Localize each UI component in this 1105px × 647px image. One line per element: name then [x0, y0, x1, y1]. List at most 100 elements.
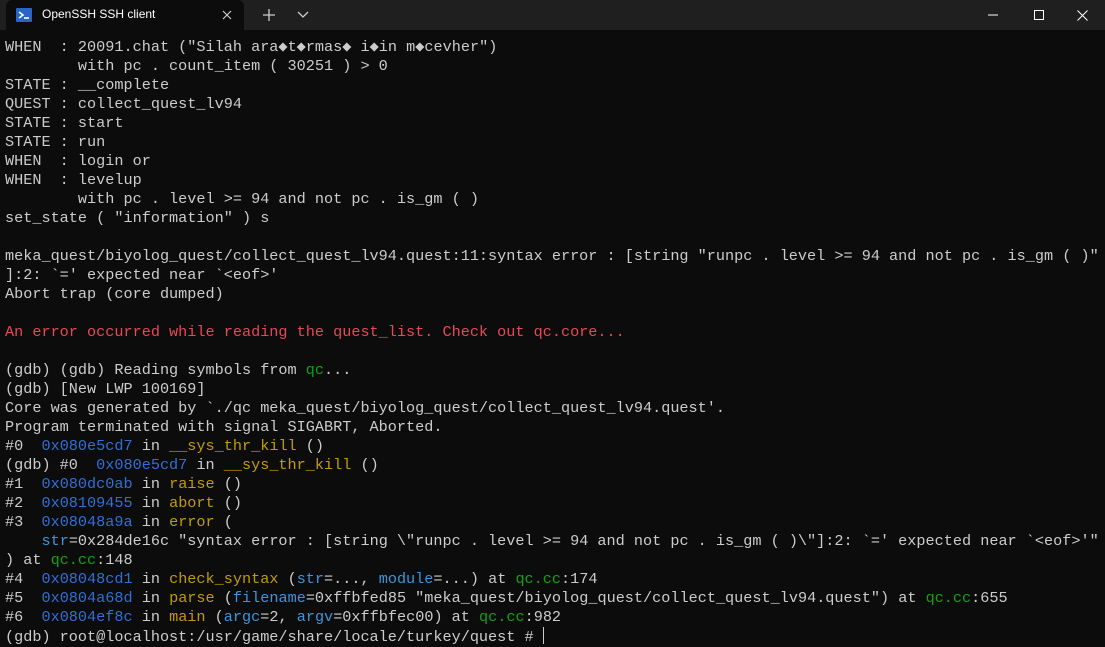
- terminal-text-segment: error: [169, 513, 215, 531]
- terminal-text-segment: argc: [223, 608, 261, 626]
- terminal-text-segment: (: [214, 589, 233, 607]
- terminal-text-segment: module: [378, 570, 434, 588]
- minimize-icon[interactable]: [970, 0, 1016, 30]
- terminal-line: WHEN : levelup: [5, 171, 1099, 190]
- terminal-line: (gdb) [New LWP 100169]: [5, 380, 1099, 399]
- terminal-text-segment: =0x284de16c "syntax error : [string \"ru…: [68, 532, 1099, 550]
- terminal-line: QUEST : collect_quest_lv94: [5, 95, 1099, 114]
- terminal-text-segment: (gdb) [New LWP 100169]: [5, 380, 206, 398]
- terminal-text-segment: str: [41, 532, 69, 550]
- text-cursor: [542, 627, 544, 644]
- terminal-text-segment: ...: [324, 361, 352, 379]
- terminal-text-segment: 0x08109455: [41, 494, 133, 512]
- terminal-text-segment: ) at: [5, 551, 51, 569]
- terminal-text-segment: #1: [5, 475, 42, 493]
- terminal-text-segment: raise: [169, 475, 215, 493]
- terminal-line: WHEN : 20091.chat ("Silah ara◆t◆rmas◆ i◆…: [5, 38, 1099, 57]
- terminal-text-segment: meka_quest/biyolog_quest/collect_quest_l…: [5, 247, 1099, 265]
- terminal-line: #3 0x08048a9a in error (: [5, 513, 1099, 532]
- terminal-text-segment: 0x0804a68d: [41, 589, 133, 607]
- terminal-line: Abort trap (core dumped): [5, 285, 1099, 304]
- terminal-text-segment: #2: [5, 494, 42, 512]
- close-icon[interactable]: [1059, 0, 1105, 30]
- terminal-text-segment: main: [169, 608, 206, 626]
- terminal-text-segment: with pc . count_item ( 30251 ) > 0: [5, 57, 388, 75]
- terminal-text-segment: (gdb) root@localhost:/usr/game/share/loc…: [5, 628, 543, 646]
- terminal-text-segment: =0xffbfed85 "meka_quest/biyolog_quest/co…: [305, 589, 926, 607]
- terminal-text-segment: 0x08048cd1: [41, 570, 133, 588]
- terminal-text-segment: Core was generated by `./qc meka_quest/b…: [5, 399, 726, 417]
- terminal-line: WHEN : login or: [5, 152, 1099, 171]
- terminal-text-segment: in: [132, 494, 170, 512]
- terminal-text-segment: qc.cc: [925, 589, 972, 607]
- terminal-line: #2 0x08109455 in abort (): [5, 494, 1099, 513]
- terminal-text-segment: WHEN : 20091.chat ("Silah ara◆t◆rmas◆ i◆…: [5, 38, 498, 56]
- terminal-text-segment: (gdb) (gdb) Reading symbols from: [5, 361, 306, 379]
- terminal-line: Program terminated with signal SIGABRT, …: [5, 418, 1099, 437]
- terminal-output[interactable]: WHEN : 20091.chat ("Silah ara◆t◆rmas◆ i◆…: [5, 38, 1099, 646]
- terminal-text-segment: (): [296, 437, 325, 455]
- terminal-text-segment: STATE : run: [5, 133, 106, 151]
- terminal-text-segment: (): [214, 475, 242, 493]
- terminal-text-segment: =...) at: [433, 570, 516, 588]
- tab-openssh[interactable]: OpenSSH SSH client: [6, 0, 244, 30]
- terminal-icon: [16, 7, 32, 23]
- terminal-line: #0 0x080e5cd7 in __sys_thr_kill (): [5, 437, 1099, 456]
- terminal-text-segment: qc.cc: [50, 551, 97, 569]
- terminal-text-segment: qc.cc: [479, 608, 525, 626]
- terminal-text-segment: str: [296, 570, 325, 588]
- terminal-line: STATE : run: [5, 133, 1099, 152]
- terminal-text-segment: #4: [5, 570, 42, 588]
- plus-icon[interactable]: [258, 4, 280, 26]
- terminal-line: STATE : start: [5, 114, 1099, 133]
- terminal-text-segment: Abort trap (core dumped): [5, 285, 224, 303]
- terminal-line: An error occurred while reading the ques…: [5, 323, 1099, 342]
- terminal-text-segment: in: [132, 570, 170, 588]
- close-icon[interactable]: [218, 6, 236, 24]
- terminal-text-segment: with pc . level >= 94 and not pc . is_gm…: [5, 190, 479, 208]
- terminal-text-segment: check_syntax: [169, 570, 279, 588]
- terminal-text-segment: __sys_thr_kill: [223, 456, 352, 474]
- terminal-text-segment: QUEST : collect_quest_lv94: [5, 95, 242, 113]
- terminal-text-segment: in: [132, 437, 170, 455]
- terminal-line: (gdb) (gdb) Reading symbols from qc...: [5, 361, 1099, 380]
- terminal-line: #5 0x0804a68d in parse (filename=0xffbfe…: [5, 589, 1099, 608]
- terminal-text-segment: qc.cc: [515, 570, 562, 588]
- terminal-text-segment: (: [205, 608, 224, 626]
- terminal-text-segment: #0: [5, 437, 42, 455]
- terminal-text-segment: 0x080e5cd7: [96, 456, 188, 474]
- terminal-line: meka_quest/biyolog_quest/collect_quest_l…: [5, 247, 1099, 266]
- terminal-text-segment: 0x08048a9a: [41, 513, 133, 531]
- terminal-text-segment: =...,: [324, 570, 379, 588]
- terminal-text-segment: (gdb) #0: [5, 456, 97, 474]
- maximize-icon[interactable]: [1016, 0, 1062, 30]
- terminal-line: with pc . level >= 94 and not pc . is_gm…: [5, 190, 1099, 209]
- terminal-text-segment: WHEN : login or: [5, 152, 151, 170]
- terminal-line: Core was generated by `./qc meka_quest/b…: [5, 399, 1099, 418]
- terminal-line: ) at qc.cc:148: [5, 551, 1099, 570]
- terminal-text-segment: (): [351, 456, 379, 474]
- terminal-line: (gdb) root@localhost:/usr/game/share/loc…: [5, 627, 1099, 646]
- terminal-line: STATE : __complete: [5, 76, 1099, 95]
- terminal-text-segment: 0x0804ef8c: [41, 608, 133, 626]
- terminal-text-segment: :174: [561, 570, 598, 588]
- terminal-text-segment: =2,: [260, 608, 297, 626]
- chevron-down-icon[interactable]: [292, 4, 314, 26]
- terminal-text-segment: (: [278, 570, 297, 588]
- terminal-text-segment: An error occurred while reading the ques…: [5, 323, 625, 341]
- terminal-line: with pc . count_item ( 30251 ) > 0: [5, 57, 1099, 76]
- terminal-line: #6 0x0804ef8c in main (argc=2, argv=0xff…: [5, 608, 1099, 627]
- terminal-text-segment: __sys_thr_kill: [169, 437, 297, 455]
- terminal-line: #4 0x08048cd1 in check_syntax (str=..., …: [5, 570, 1099, 589]
- terminal-text-segment: STATE : __complete: [5, 76, 170, 94]
- terminal-text-segment: in: [132, 475, 170, 493]
- terminal-text-segment: :655: [971, 589, 1008, 607]
- terminal-text-segment: in: [132, 589, 170, 607]
- terminal-text-segment: set_state ( "information" ) s: [5, 209, 270, 227]
- terminal-text-segment: 0x080e5cd7: [41, 437, 133, 455]
- terminal-text-segment: argv: [296, 608, 334, 626]
